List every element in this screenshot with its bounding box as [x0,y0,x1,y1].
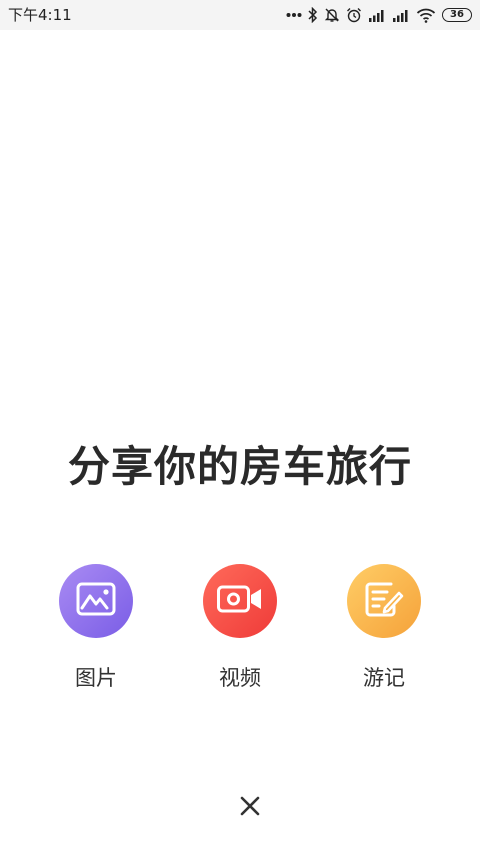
battery-icon: 36 [442,8,472,22]
note-edit-icon [364,580,404,622]
travel-note-option-label: 游记 [363,666,405,690]
signal-icon [368,8,386,22]
status-icons: 36 [286,5,472,25]
more-dots-icon [286,12,302,18]
image-icon [76,582,116,620]
notifications-off-icon [324,7,340,23]
travel-note-option-circle[interactable] [347,564,421,638]
page-title: 分享你的房车旅行 [67,442,412,491]
video-camera-icon [217,584,263,618]
video-option-circle[interactable] [203,564,277,638]
bluetooth-icon [308,7,318,23]
battery-level: 36 [450,9,464,20]
signal-icon [392,8,410,22]
video-option-label: 视频 [219,666,261,690]
alarm-icon [346,7,362,23]
close-button[interactable] [228,786,272,830]
photo-option-label: 图片 [75,666,117,690]
status-time: 下午4:11 [8,6,72,24]
close-icon [240,796,260,820]
travel-note-option-button[interactable]: 游记 [324,564,444,692]
wifi-icon [416,8,436,23]
photo-option-button[interactable]: 图片 [36,564,156,692]
photo-option-circle[interactable] [59,564,133,638]
video-option-button[interactable]: 视频 [180,564,300,692]
status-bar: 下午4:11 36 [0,0,480,30]
